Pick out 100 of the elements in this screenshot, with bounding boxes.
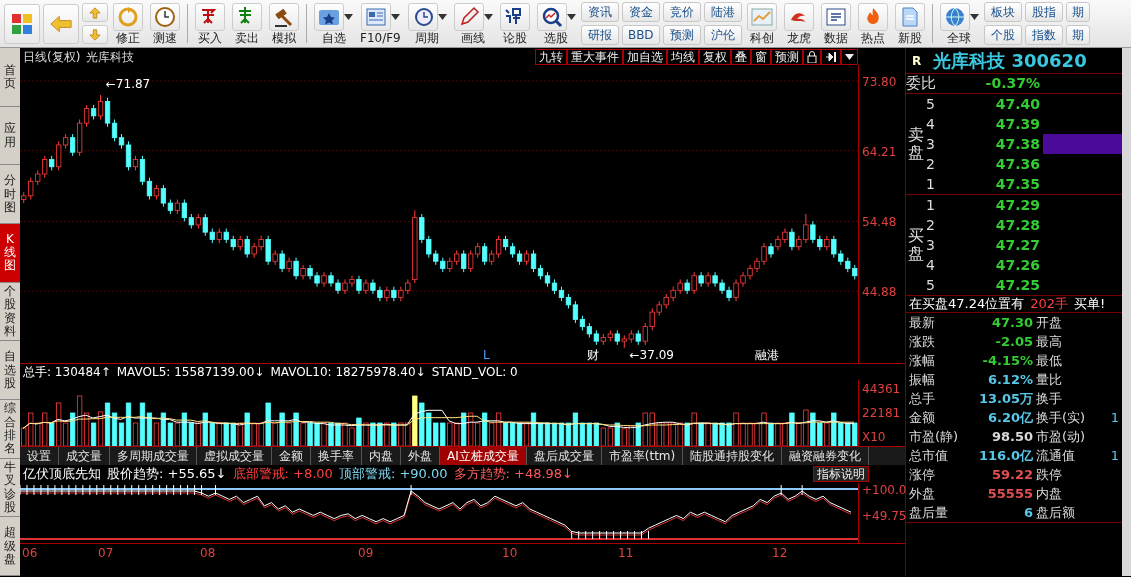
lock-button[interactable] [803,48,821,65]
indicator-value-label: 底部警戒: +8.00 [232,465,333,484]
level-label: 2 [926,215,936,235]
price-value: 47.35 [994,174,1040,194]
help-button[interactable]: 指标说明 [813,466,869,482]
sell-side-label: 卖盘 [908,126,924,162]
toolbar-button[interactable]: 资金 [621,2,660,22]
chart-option-button[interactable]: 窗 [751,48,771,65]
stat-value: -4.15% [981,352,1033,370]
level-label: 5 [926,275,936,295]
ratio-label: 委比 [906,73,937,95]
chart-option-button[interactable]: 重大事件 [567,48,623,65]
price-marker-label: ←71.87 [104,78,152,91]
stat-label: 金额 [909,409,936,427]
scrollbar[interactable] [1122,48,1131,576]
toolbar-button[interactable]: 自选 [312,2,355,45]
chart-option-button[interactable]: 均线 [667,48,699,65]
stat-label: 开盘 [1035,314,1063,332]
toolbar-button[interactable]: 预测 [662,25,701,45]
toolbar-button[interactable]: 全球 [937,2,981,45]
price-value: 47.40 [994,94,1040,114]
price-value: 47.29 [994,195,1040,215]
toolbar-button[interactable]: 画线 [451,2,495,45]
windows-tile-button[interactable] [4,3,40,44]
volume-axis-label: 44361 [862,381,901,398]
level-label: 4 [926,114,936,134]
date-axis-label: 06 [22,545,38,562]
volume-stat-label: MAVOL5: 15587139.00↓ [116,364,265,381]
stat-value: -2.05 [994,333,1033,351]
toolbar-button[interactable]: BBD [621,25,660,45]
ratio-value: -0.37% [984,74,1040,93]
level-label: 3 [926,235,936,255]
side-tab[interactable]: 个股资料 [0,282,20,342]
stat-label: 涨幅 [909,352,936,370]
side-tab[interactable]: 牛叉诊股 [0,458,20,518]
indicator-value-label: 亿伏顶底先知 [23,465,101,484]
chart-option-button[interactable]: 九转 [535,48,567,65]
toolbar-button[interactable]: 个股 [983,25,1022,45]
stat-label: 最高 [1035,333,1063,351]
stat-label: 换手(实) [1035,409,1087,427]
level-label: 1 [926,174,936,194]
toolbar-button[interactable]: 股指 [1024,2,1063,22]
price-value: 47.26 [994,255,1040,275]
chart-option-button[interactable]: 加自选 [623,48,667,65]
chart-option-button[interactable]: 复权 [699,48,731,65]
toolbar-button[interactable]: 沪伦 [703,25,742,45]
toolbar-button[interactable]: F10/F9 [358,2,403,45]
date-axis-label: 11 [618,545,634,562]
menu-dropdown-button[interactable] [841,48,858,65]
notice-text: 在买盘47.24位置有 [909,296,1025,312]
stock-title: 光库科技 300620 [933,49,1087,73]
level-label: 2 [926,154,936,174]
buy-side-label: 买盘 [908,227,924,263]
volume-stat-label: STAND_VOL: 0 [431,364,518,381]
date-axis-label: 10 [502,545,518,562]
stat-label: 最低 [1035,352,1063,370]
date-axis-label: 08 [200,545,216,562]
toolbar-button[interactable]: 期 [1065,2,1090,22]
page-up-button[interactable] [82,3,108,22]
stat-label: 外盘 [909,485,936,503]
toolbar-button[interactable]: 板块 [983,2,1022,22]
tile-grid-icon [11,12,33,35]
stat-label: 总市值 [909,447,949,465]
caret-down-icon [845,54,854,60]
stat-value: 55555 [986,485,1033,503]
globe-icon [943,5,966,28]
toolbar-button[interactable]: 周期 [405,2,449,45]
toolbar-button[interactable]: 竞价 [662,2,701,22]
chart-option-button[interactable]: 叠 [731,48,751,65]
chart-picture-icon [750,5,773,28]
indicator-axis-label: +49.75 [862,508,907,525]
side-tab[interactable]: K线图 [0,224,20,283]
event-marker: 财 [586,349,600,362]
document-icon [364,5,387,28]
toolbar-button[interactable]: 研报 [580,25,619,45]
toolbar-button[interactable]: 选股 [534,2,578,45]
stat-value: 13.05万 [977,390,1033,408]
level-label: 5 [926,94,936,114]
stat-value: 59.22 [990,466,1033,484]
price-marker-label: ←37.09 [628,348,675,362]
side-tab[interactable]: 综合排名 [0,400,20,459]
toolbar-button[interactable]: 陆港 [703,2,742,22]
indicator-value-label: 顶部警戒: +90.00 [338,465,448,484]
date-axis-label: 09 [358,545,374,562]
toolbar-button[interactable]: 指数 [1024,25,1063,45]
chart-option-button[interactable]: 预测 [771,48,803,65]
indicator-tab[interactable]: AI立桩成交量 [440,447,527,465]
stat-label: 量比 [1035,371,1063,389]
level-label: 1 [926,195,936,215]
date-axis-label: 12 [772,545,788,562]
page-down-button[interactable] [82,25,108,44]
expand-button[interactable] [821,48,841,65]
toolbar-button[interactable]: 期 [1065,25,1090,45]
toolbar-button[interactable]: 资讯 [580,2,619,22]
notice-text: 202手 [1030,296,1069,312]
price-axis-label: 64.21 [862,143,897,161]
stat-value: 6.20亿 [986,409,1033,427]
price-value: 47.38 [994,134,1040,154]
stat-value: 6 [1022,504,1033,522]
back-button[interactable] [43,3,79,44]
